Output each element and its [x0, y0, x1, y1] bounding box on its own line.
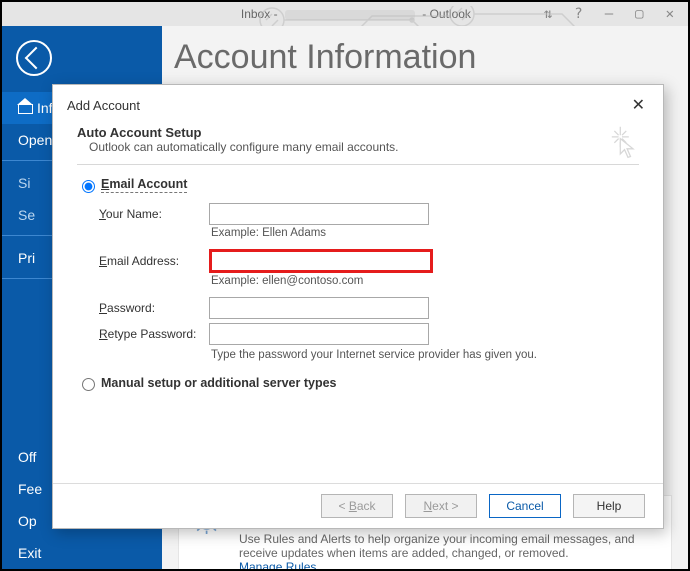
radio-email-input[interactable] [82, 180, 95, 193]
setup-heading: Auto Account Setup [77, 125, 639, 140]
sidebar-item-exit[interactable]: Exit [2, 537, 162, 569]
retype-password-row: Retype Password: [99, 323, 639, 345]
radio-email-account[interactable]: Email Account [77, 177, 639, 193]
email-row: Email Address: [99, 249, 639, 273]
add-account-dialog: Add Account ✕ Auto Account Setup Outlook… [52, 84, 664, 529]
back-button[interactable] [16, 40, 52, 76]
close-window-icon[interactable]: ✕ [666, 6, 674, 22]
rules-desc: Use Rules and Alerts to help organize yo… [239, 532, 657, 560]
setup-subheading: Outlook can automatically configure many… [89, 140, 639, 154]
cursor-star-icon [605, 125, 639, 159]
home-icon [18, 100, 31, 113]
your-name-input[interactable] [209, 203, 429, 225]
next-button: Next > [405, 494, 477, 518]
your-name-row: Your Name: [99, 203, 639, 225]
your-name-label: Your Name: [99, 207, 209, 221]
email-label: Email Address: [99, 254, 209, 268]
password-input[interactable] [209, 297, 429, 319]
cancel-button[interactable]: Cancel [489, 494, 561, 518]
help-icon[interactable]: ? [574, 6, 582, 22]
email-input[interactable] [209, 249, 433, 273]
your-name-example: Example: Ellen Adams [211, 227, 639, 239]
window-title: Inbox - - Outlook [168, 7, 544, 21]
back-arrow-icon [25, 47, 48, 70]
app-titlebar: Inbox - - Outlook ⇅ ? — ▢ ✕ [2, 2, 688, 26]
dialog-close-icon[interactable]: ✕ [626, 93, 651, 117]
password-hint: Type the password your Internet service … [211, 349, 591, 361]
dialog-buttons: < Back Next > Cancel Help [53, 483, 663, 528]
radio-manual-setup[interactable]: Manual setup or additional server types [77, 375, 639, 391]
maximize-icon[interactable]: ▢ [635, 6, 643, 22]
retype-password-input[interactable] [209, 323, 429, 345]
dialog-title: Add Account [67, 98, 140, 113]
ribbon-toggle-icon[interactable]: ⇅ [544, 6, 552, 22]
retype-password-label: Retype Password: [99, 327, 209, 341]
password-row: Password: [99, 297, 639, 319]
password-label: Password: [99, 301, 209, 315]
minimize-icon[interactable]: — [605, 6, 613, 22]
back-button-dialog: < Back [321, 494, 393, 518]
radio-manual-input[interactable] [82, 378, 95, 391]
help-button[interactable]: Help [573, 494, 645, 518]
email-example: Example: ellen@contoso.com [211, 275, 639, 287]
page-title: Account Information [174, 38, 688, 77]
manage-rules-link[interactable]: Manage Rules [239, 560, 657, 569]
